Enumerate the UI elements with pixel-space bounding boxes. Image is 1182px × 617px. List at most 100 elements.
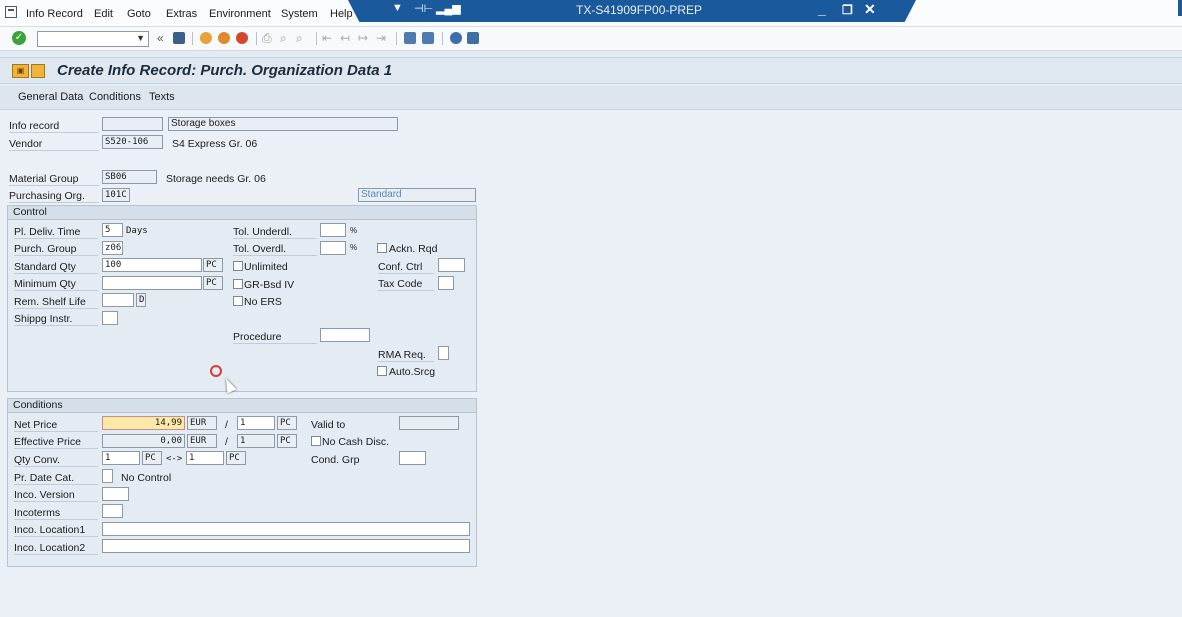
gr-based-iv-checkbox[interactable] — [233, 279, 243, 289]
standard-field: Standard — [358, 188, 476, 202]
purch-group-input[interactable]: z06 — [102, 241, 123, 255]
effective-price-per-unit: PC — [277, 434, 297, 448]
material-group-name: Storage needs Gr. 06 — [166, 173, 266, 185]
print-icon[interactable]: ⎙ — [262, 31, 272, 45]
back-icon[interactable] — [200, 32, 212, 44]
command-field[interactable]: ▼ — [37, 31, 149, 47]
pr-date-cat-text: No Control — [121, 472, 172, 484]
no-cash-disc-checkbox[interactable] — [311, 436, 321, 446]
back-arrows-icon[interactable]: « — [157, 31, 164, 45]
tol-overdl-input[interactable] — [320, 241, 346, 255]
rem-shelf-life-label: Rem. Shelf Life — [14, 296, 98, 309]
tol-overdl-percent: % — [350, 243, 358, 252]
help-icon[interactable] — [450, 32, 462, 44]
net-price-input[interactable]: 14,99 — [102, 416, 185, 430]
find-next-icon[interactable]: ⌕ — [296, 31, 303, 45]
rem-shelf-life-input[interactable] — [102, 293, 134, 307]
menu-system[interactable]: System — [281, 8, 318, 20]
tol-overdl-label: Tol. Overdl. — [233, 243, 317, 256]
unlimited-checkbox[interactable] — [233, 261, 243, 271]
inco-version-input[interactable] — [102, 487, 129, 501]
ackn-rqd-label: Ackn. Rqd — [389, 243, 438, 255]
ackn-rqd-checkbox[interactable] — [377, 243, 387, 253]
vendor-label: Vendor — [9, 138, 99, 151]
minimum-qty-unit: PC — [203, 276, 223, 290]
page-header: ▣ Create Info Record: Purch. Organizatio… — [0, 57, 1182, 84]
qty-conv-right-input[interactable]: 1 — [186, 451, 224, 465]
conditions-button[interactable]: Conditions — [89, 91, 141, 103]
tax-code-input[interactable] — [438, 276, 454, 290]
minimum-qty-input[interactable] — [102, 276, 202, 290]
incoterms-label: Incoterms — [14, 507, 98, 520]
minimize-icon[interactable]: _ — [818, 1, 826, 17]
general-data-button[interactable]: General Data — [18, 91, 83, 103]
first-page-icon[interactable]: ⇤ — [322, 31, 332, 45]
cond-grp-input[interactable] — [399, 451, 426, 465]
menu-goto[interactable]: Goto — [127, 8, 151, 20]
inco-location1-input[interactable] — [102, 522, 470, 536]
planned-delivery-label: Pl. Deliv. Time — [14, 226, 98, 239]
menu-edit[interactable]: Edit — [94, 8, 113, 20]
hold-data-icon[interactable] — [31, 64, 45, 78]
cond-grp-label: Cond. Grp — [311, 454, 360, 466]
toolbar-separator — [316, 32, 317, 45]
rma-req-input[interactable] — [438, 346, 449, 360]
new-session-icon[interactable] — [404, 32, 416, 44]
net-price-label: Net Price — [14, 419, 98, 432]
standard-qty-unit: PC — [203, 258, 223, 272]
close-icon[interactable]: ✕ — [864, 1, 876, 18]
texts-button[interactable]: Texts — [149, 91, 175, 103]
standard-toolbar: ✓ ▼ « ⎙ ⌕ ⌕ ⇤ ↤ ↦ ⇥ — [0, 27, 1182, 51]
window-title-bar: ▼ ⊣⊢ ▂▄▆ TX-S41909FP00-PREP _ ❐ ✕ — [348, 0, 916, 22]
net-price-per-qty[interactable]: 1 — [237, 416, 275, 430]
pin-icon[interactable]: ⊣⊢ — [414, 2, 433, 15]
layout-menu-icon[interactable] — [467, 32, 479, 44]
shipping-instr-label: Shippg Instr. — [14, 313, 98, 326]
conf-ctrl-input[interactable] — [438, 258, 465, 272]
save-icon[interactable] — [173, 32, 185, 44]
enter-icon[interactable]: ✓ — [12, 31, 26, 45]
incoterms-input[interactable] — [102, 504, 123, 518]
chevron-down-icon[interactable]: ▼ — [136, 33, 145, 43]
menu-bar: Info Record Edit Goto Extras Environment… — [0, 0, 1182, 27]
procedure-label: Procedure — [233, 331, 317, 344]
effective-price-per-qty: 1 — [237, 434, 275, 448]
page-title: Create Info Record: Purch. Organization … — [57, 62, 393, 79]
tax-code-label: Tax Code — [378, 278, 434, 291]
restore-icon[interactable]: ❐ — [842, 3, 853, 17]
find-icon[interactable]: ⌕ — [280, 31, 287, 45]
next-page-icon[interactable]: ↦ — [358, 31, 368, 45]
conf-ctrl-label: Conf. Ctrl — [378, 261, 434, 274]
system-menu-icon[interactable] — [5, 6, 17, 18]
material-group-label: Material Group — [9, 173, 99, 186]
shipping-instr-input[interactable] — [102, 311, 118, 325]
auto-srcg-checkbox[interactable] — [377, 366, 387, 376]
pr-date-cat-input[interactable] — [102, 469, 113, 483]
unlimited-label: Unlimited — [244, 261, 288, 273]
pr-date-cat-label: Pr. Date Cat. — [14, 472, 98, 485]
customize-menu-icon[interactable]: ▼ — [392, 2, 403, 14]
no-ers-checkbox[interactable] — [233, 296, 243, 306]
inco-location2-input[interactable] — [102, 539, 470, 553]
shortcut-icon[interactable] — [422, 32, 434, 44]
procedure-input[interactable] — [320, 328, 370, 342]
menu-environment[interactable]: Environment — [209, 8, 271, 20]
planned-delivery-input[interactable]: 5 — [102, 223, 123, 237]
menu-info-record[interactable]: Info Record — [26, 8, 83, 20]
tol-underdl-input[interactable] — [320, 223, 346, 237]
effective-price-currency: EUR — [187, 434, 217, 448]
tol-underdl-label: Tol. Underdl. — [233, 226, 317, 239]
standard-qty-input[interactable]: 100 — [102, 258, 202, 272]
menu-help[interactable]: Help — [330, 8, 353, 20]
purch-group-label: Purch. Group — [14, 243, 98, 256]
cancel-icon[interactable] — [236, 32, 248, 44]
previous-page-icon[interactable]: ↤ — [340, 31, 350, 45]
menu-extras[interactable]: Extras — [166, 8, 197, 20]
tol-underdl-percent: % — [350, 226, 358, 235]
material-group-field: SB06 — [102, 170, 157, 184]
exit-icon[interactable] — [218, 32, 230, 44]
qty-conv-left-input[interactable]: 1 — [102, 451, 140, 465]
info-record-label: Info record — [9, 120, 99, 133]
system-title: TX-S41909FP00-PREP — [576, 3, 703, 17]
last-page-icon[interactable]: ⇥ — [376, 31, 386, 45]
